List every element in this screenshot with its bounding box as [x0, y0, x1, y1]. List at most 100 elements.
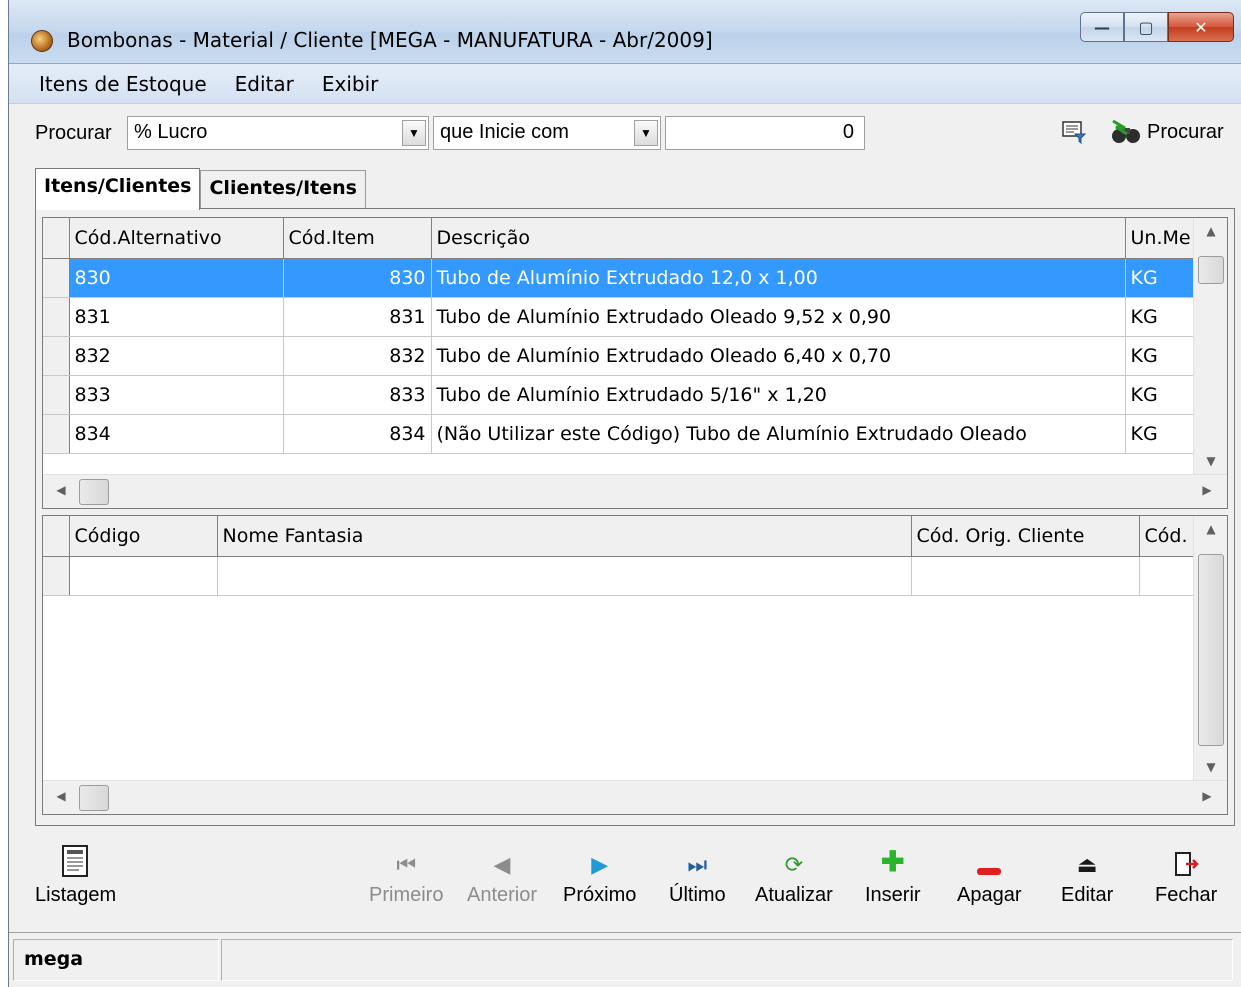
cell-un-medida[interactable]: KG [1125, 375, 1196, 415]
scroll-left-icon[interactable]: ◀ [47, 789, 75, 803]
cell-descricao[interactable]: Tubo de Alumínio Extrudado Oleado 6,40 x… [431, 336, 1126, 376]
table-row[interactable] [43, 556, 1196, 596]
clients-horizontal-scrollbar[interactable]: ◀ ▶ [43, 780, 1227, 814]
menu-editar[interactable]: Editar [235, 72, 294, 96]
scroll-thumb[interactable] [1198, 554, 1224, 746]
close-button[interactable]: ✕ [1168, 12, 1234, 42]
column-header-cod[interactable]: Cód. [1139, 516, 1196, 557]
cell-cod-alternativo[interactable]: 830 [69, 258, 284, 298]
items-grid-header: Cód.Alternativo Cód.Item Descrição Un.Me [43, 218, 1196, 259]
atualizar-label: Atualizar [755, 884, 833, 906]
filter-button[interactable] [1061, 120, 1087, 144]
atualizar-button[interactable]: ⟳ Atualizar [755, 842, 833, 907]
proximo-label: Próximo [563, 884, 637, 906]
filter-icon [1062, 121, 1087, 144]
cell-cod-orig-cliente[interactable] [911, 556, 1140, 596]
search-value-text: 0 [842, 121, 854, 143]
ultimo-button[interactable]: ⏭ Último [669, 842, 726, 907]
first-record-icon: ⏮ [396, 852, 417, 877]
items-grid: Cód.Alternativo Cód.Item Descrição Un.Me… [42, 217, 1228, 509]
column-header-cod-alternativo[interactable]: Cód.Alternativo [69, 218, 284, 259]
menu-bar: Itens de Estoque Editar Exibir [9, 64, 1241, 104]
row-indicator [43, 336, 70, 376]
cell-descricao[interactable]: Tubo de Alumínio Extrudado 5/16" x 1,20 [431, 375, 1126, 415]
scroll-up-icon[interactable]: ▲ [1197, 224, 1225, 238]
cell-cod-alternativo[interactable]: 831 [69, 297, 284, 337]
cell-cod-alternativo[interactable]: 834 [69, 414, 284, 454]
fechar-button[interactable]: Fechar [1155, 842, 1217, 907]
editar-button[interactable]: ⏏ Editar [1061, 842, 1113, 907]
minimize-button[interactable]: — [1080, 12, 1124, 42]
scroll-right-icon[interactable]: ▶ [1193, 789, 1221, 803]
items-vertical-scrollbar[interactable]: ▲ ▼ [1193, 218, 1227, 474]
search-field-select[interactable]: % Lucro ▼ [127, 116, 429, 150]
chevron-down-icon[interactable]: ▼ [634, 120, 658, 146]
cell-descricao[interactable]: (Não Utilizar este Código) Tubo de Alumí… [431, 414, 1126, 454]
cell-cod[interactable] [1139, 556, 1196, 596]
column-header-un-medida[interactable]: Un.Me [1125, 218, 1196, 259]
previous-record-icon: ◀ [493, 852, 511, 877]
column-header-descricao[interactable]: Descrição [431, 218, 1126, 259]
search-operator-select[interactable]: que Inicie com ▼ [433, 116, 661, 150]
plus-icon: ✚ [881, 846, 905, 877]
search-button[interactable]: Procurar [1109, 118, 1224, 146]
main-window: Bombonas - Material / Cliente [MEGA - MA… [8, 0, 1241, 987]
cell-un-medida[interactable]: KG [1125, 414, 1196, 454]
tab-clientes-itens[interactable]: Clientes/Itens [200, 170, 366, 210]
scroll-left-icon[interactable]: ◀ [47, 483, 75, 497]
table-row[interactable]: 833 833 Tubo de Alumínio Extrudado 5/16"… [43, 375, 1196, 415]
clients-vertical-scrollbar[interactable]: ▲ ▼ [1193, 516, 1227, 780]
scroll-up-icon[interactable]: ▲ [1197, 522, 1225, 536]
row-indicator [43, 414, 70, 454]
menu-exibir[interactable]: Exibir [322, 72, 379, 96]
cell-cod-item[interactable]: 833 [283, 375, 432, 415]
cell-cod-alternativo[interactable]: 832 [69, 336, 284, 376]
cell-cod-item[interactable]: 830 [283, 258, 432, 298]
proximo-button[interactable]: ▶ Próximo [563, 842, 636, 907]
inserir-button[interactable]: ✚ Inserir [865, 842, 921, 907]
maximize-button[interactable]: ▢ [1124, 12, 1168, 42]
scroll-thumb[interactable] [79, 479, 109, 505]
table-row[interactable]: 832 832 Tubo de Alumínio Extrudado Olead… [43, 336, 1196, 376]
scroll-right-icon[interactable]: ▶ [1193, 483, 1221, 497]
search-label: Procurar [35, 122, 112, 144]
cell-descricao[interactable]: Tubo de Alumínio Extrudado 12,0 x 1,00 [431, 258, 1126, 298]
column-header-cod-item[interactable]: Cód.Item [283, 218, 432, 259]
table-row[interactable]: 831 831 Tubo de Alumínio Extrudado Olead… [43, 297, 1196, 337]
listagem-label: Listagem [35, 884, 117, 906]
cell-codigo[interactable] [69, 556, 218, 596]
primeiro-button[interactable]: ⏮ Primeiro [369, 842, 443, 907]
row-indicator [43, 556, 70, 596]
column-header-cod-orig-cliente[interactable]: Cód. Orig. Cliente [911, 516, 1140, 557]
cell-cod-item[interactable]: 831 [283, 297, 432, 337]
column-header-nome-fantasia[interactable]: Nome Fantasia [217, 516, 912, 557]
tab-itens-clientes[interactable]: Itens/Clientes [35, 168, 201, 210]
table-row[interactable]: 834 834 (Não Utilizar este Código) Tubo … [43, 414, 1196, 454]
search-operator-value: que Inicie com [440, 121, 569, 143]
listagem-button[interactable]: Listagem [35, 842, 116, 907]
scroll-down-icon[interactable]: ▼ [1197, 760, 1225, 774]
cell-descricao[interactable]: Tubo de Alumínio Extrudado Oleado 9,52 x… [431, 297, 1126, 337]
items-horizontal-scrollbar[interactable]: ◀ ▶ [43, 474, 1227, 508]
cell-cod-alternativo[interactable]: 833 [69, 375, 284, 415]
search-value-input[interactable]: 0 [665, 116, 865, 150]
tab-strip: Itens/Clientes Clientes/Itens [35, 168, 366, 210]
clients-grid: Código Nome Fantasia Cód. Orig. Cliente … [42, 515, 1228, 815]
cell-nome-fantasia[interactable] [217, 556, 912, 596]
title-bar[interactable]: Bombonas - Material / Cliente [MEGA - MA… [9, 0, 1241, 64]
chevron-down-icon[interactable]: ▼ [402, 120, 426, 146]
column-header-codigo[interactable]: Código [69, 516, 218, 557]
cell-un-medida[interactable]: KG [1125, 297, 1196, 337]
scroll-thumb[interactable] [79, 785, 109, 811]
menu-itens-de-estoque[interactable]: Itens de Estoque [39, 72, 207, 96]
anterior-button[interactable]: ◀ Anterior [467, 842, 537, 907]
scroll-thumb[interactable] [1198, 256, 1224, 284]
status-user: mega [13, 939, 219, 981]
scroll-down-icon[interactable]: ▼ [1197, 454, 1225, 468]
cell-un-medida[interactable]: KG [1125, 336, 1196, 376]
cell-cod-item[interactable]: 834 [283, 414, 432, 454]
apagar-button[interactable]: Apagar [957, 842, 1022, 907]
table-row[interactable]: 830 830 Tubo de Alumínio Extrudado 12,0 … [43, 258, 1196, 298]
cell-cod-item[interactable]: 832 [283, 336, 432, 376]
cell-un-medida[interactable]: KG [1125, 258, 1196, 298]
